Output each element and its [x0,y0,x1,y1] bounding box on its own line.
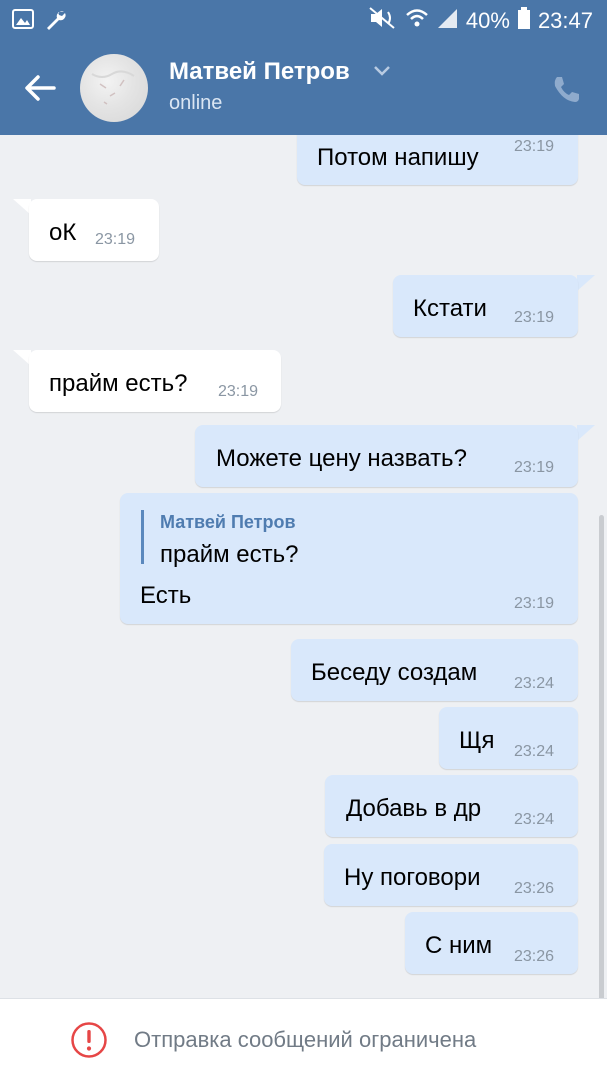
message-time: 23:19 [514,138,555,155]
message-outgoing-reply[interactable]: Матвей Петров прайм есть? Есть 23:19 [120,493,578,624]
message-outgoing[interactable]: Кстати 23:19 [393,275,578,337]
bubble-tail [577,275,595,291]
message-time: 23:19 [514,309,555,326]
bubble-tail [577,425,595,441]
avatar[interactable] [80,54,148,122]
clock: 23:47 [537,8,593,33]
message-text: Добавь в др [346,795,482,822]
scrollbar[interactable] [599,515,604,998]
battery-percent: 40% [465,8,510,33]
message-time: 23:26 [514,880,555,897]
message-outgoing[interactable]: Можете цену назвать? 23:19 [195,425,578,487]
quote-text: прайм есть? [160,541,299,568]
quote-author[interactable]: Матвей Петров [160,512,296,533]
message-text: Кстати [413,295,487,322]
message-time: 23:19 [514,459,555,476]
message-text: Можете цену назвать? [216,445,467,472]
chevron-down-icon[interactable] [372,64,392,83]
message-text: Есть [140,582,192,609]
message-text: Беседу создам [311,659,478,686]
mute-icon [368,6,398,36]
message-time: 23:19 [514,595,555,612]
quote-bar [141,510,144,564]
message-text: С ним [425,932,493,959]
message-outgoing[interactable]: Потом напишу 23:19 [297,135,578,185]
message-text: Потом напишу [317,144,479,171]
contact-status: online [169,92,223,114]
status-bar: 40% 23:47 [0,0,607,40]
messaging-restricted-bar: Отправка сообщений ограничена [0,998,607,1081]
back-arrow-icon[interactable] [22,70,62,106]
signal-icon [436,7,458,35]
message-text: оК [49,219,77,246]
message-time: 23:24 [514,743,555,760]
message-time: 23:19 [95,231,136,248]
message-text: прайм есть? [49,370,188,397]
message-outgoing[interactable]: Ну поговори 23:26 [324,844,578,906]
message-list[interactable]: Потом напишу 23:19 оК 23:19 Кстати 23:19… [0,135,607,998]
message-time: 23:24 [514,811,555,828]
message-incoming[interactable]: прайм есть? 23:19 [29,350,281,412]
message-text: Щя [459,727,495,754]
message-outgoing[interactable]: Щя 23:24 [439,707,578,769]
contact-name[interactable]: Матвей Петров [169,58,350,86]
wifi-icon [406,8,428,34]
message-text: Ну поговори [344,864,481,891]
phone-icon[interactable] [551,74,581,109]
gallery-icon [12,8,34,37]
message-time: 23:24 [514,675,555,692]
message-outgoing[interactable]: Добавь в др 23:24 [325,775,578,837]
message-time: 23:26 [514,948,555,965]
wrench-icon [44,8,68,37]
restricted-message: Отправка сообщений ограничена [134,1027,477,1052]
warning-icon [70,1021,108,1064]
message-outgoing[interactable]: Беседу создам 23:24 [291,639,578,701]
chat-header: Матвей Петров online [0,40,607,135]
battery-icon [517,7,530,35]
message-time: 23:19 [218,383,259,400]
message-outgoing[interactable]: С ним 23:26 [405,912,578,974]
message-incoming[interactable]: оК 23:19 [29,199,159,261]
